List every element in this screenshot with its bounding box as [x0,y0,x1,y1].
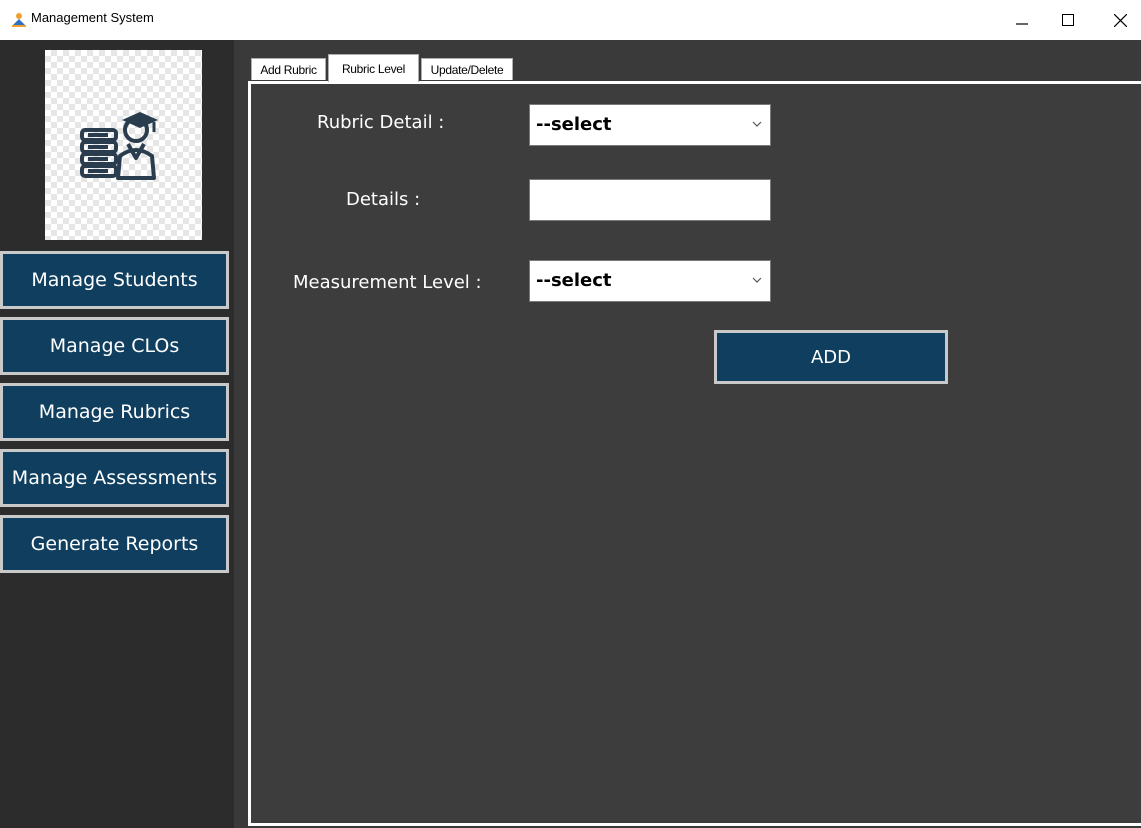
manage-rubrics-button[interactable]: Manage Rubrics [0,383,229,441]
add-button-label: ADD [810,346,852,368]
measurement-level-label: Measurement Level : [293,272,482,293]
tab-update-delete[interactable]: Update/Delete [421,58,513,80]
rubric-detail-select[interactable]: --select [529,104,771,146]
add-button[interactable]: ADD [714,330,948,384]
chevron-down-icon [752,277,762,283]
generate-reports-button[interactable]: Generate Reports [0,515,229,573]
close-button[interactable] [1100,6,1140,34]
rubric-detail-label: Rubric Detail : [317,112,445,133]
nav-label: Manage CLOs [49,335,180,357]
manage-clos-button[interactable]: Manage CLOs [0,317,229,375]
nav-label: Manage Rubrics [38,401,191,423]
rubric-detail-value: --select [536,114,612,135]
maximize-button[interactable] [1048,6,1088,34]
logo [45,50,202,240]
nav-label: Generate Reports [30,533,199,555]
books-graduate-icon [80,112,158,180]
chevron-down-icon [752,121,762,127]
measurement-level-select[interactable]: --select [529,260,771,302]
tab-add-rubric[interactable]: Add Rubric [251,58,326,80]
app-person-icon [10,10,28,28]
details-label: Details : [346,189,421,210]
manage-students-button[interactable]: Manage Students [0,251,229,309]
nav-label: Manage Assessments [11,467,218,489]
title-bar: Management System [0,0,1141,40]
nav-label: Manage Students [31,269,198,291]
manage-assessments-button[interactable]: Manage Assessments [0,449,229,507]
details-input[interactable] [529,179,771,221]
measurement-level-value: --select [536,270,612,291]
tab-rubric-level[interactable]: Rubric Level [328,54,419,82]
window-title: Management System [31,10,154,25]
minimize-button[interactable] [1002,6,1042,34]
